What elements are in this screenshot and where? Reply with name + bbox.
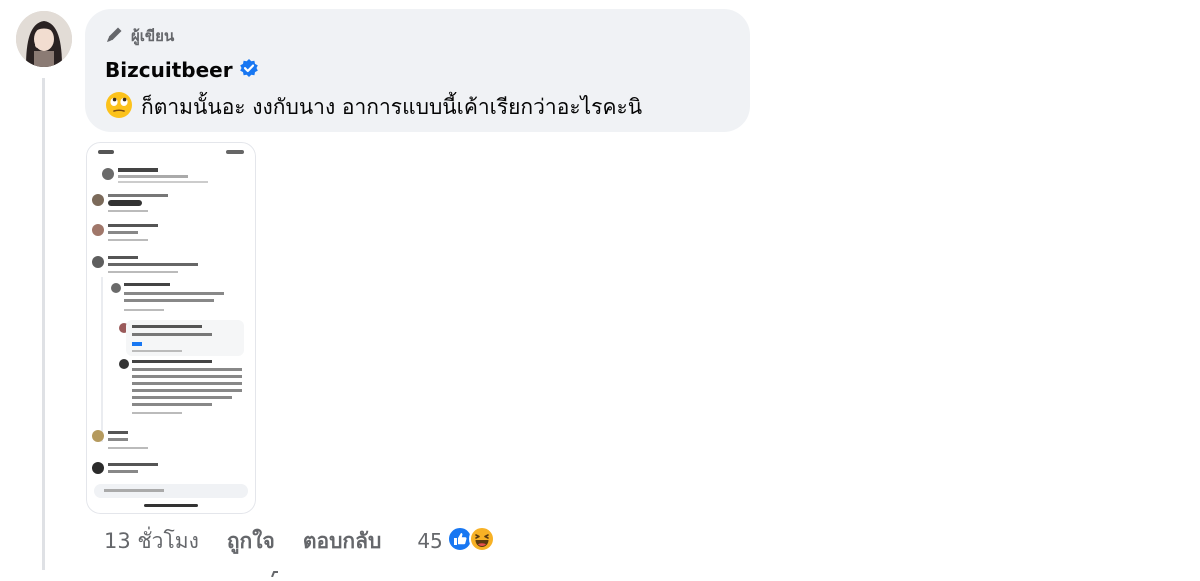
comment-timestamp[interactable]: 13 ชั่วโมง [104, 525, 199, 558]
commenter-avatar[interactable] [16, 11, 72, 67]
avatar-photo [16, 11, 72, 67]
reply-button[interactable]: ตอบกลับ [303, 525, 382, 558]
clipped-next-content [270, 562, 282, 578]
reaction-count: 45 [417, 529, 443, 553]
reactions-summary[interactable]: 45 [417, 525, 495, 557]
author-name-link[interactable]: Bizcuitbeer [105, 58, 233, 82]
comment-bubble: ผู้เขียน Bizcuitbeer ก็ตามนั้นอะ งงกับนา… [85, 9, 750, 132]
like-button[interactable]: ถูกใจ [227, 525, 275, 558]
haha-reaction-icon [468, 525, 495, 557]
pencil-icon [105, 24, 125, 48]
thread-connector-line [42, 78, 45, 570]
phone-screenshot-thumbnail [86, 142, 256, 514]
attached-screenshot-image[interactable] [86, 142, 256, 514]
comment-footer: 13 ชั่วโมง ถูกใจ ตอบกลับ 45 [104, 522, 495, 560]
author-badge-label: ผู้เขียน [131, 27, 175, 45]
author-badge: ผู้เขียน [105, 23, 730, 49]
rolling-eyes-emoji-icon [105, 91, 133, 124]
comment-text: ก็ตามนั้นอะ งงกับนาง อาการแบบนี้เค้าเรีย… [141, 95, 643, 119]
verified-badge-icon [239, 58, 259, 82]
